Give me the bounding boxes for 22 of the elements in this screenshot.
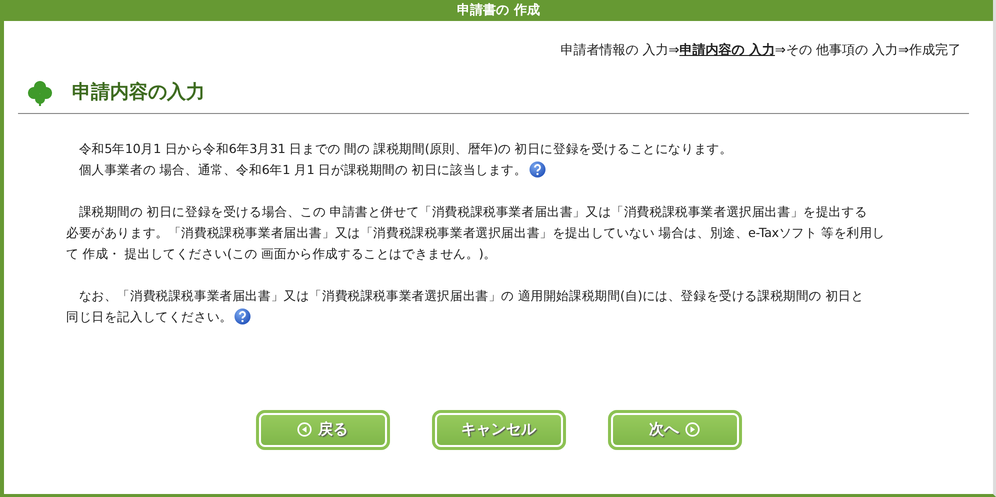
paragraph-text: 同じ日を記入してください。 [66,308,232,326]
back-button[interactable]: 戻る [256,410,390,450]
next-button[interactable]: 次へ [608,410,742,450]
progress-step: 申請者情報の 入力 [560,41,668,60]
paragraph-text: 個人事業者の 場合、通常、令和6年1 月1 日が課税期間の 初日に該当します。 [78,160,527,178]
clover-icon [26,78,54,106]
paragraph-text: なお、「消費税課税事業者届出書」又は「消費税課税事業者選択届出書」の 適用開始課税期間(自)には、登録を受ける課税期間の 初日と [78,286,864,304]
arrow-separator: ⇒ [668,42,680,60]
paragraph-text: 必要があります。「消費税課税事業者届出書」又は「消費税課税事業者選択届出書」を提出していない 場合は、別途、e-Taxソフト 等を利用し [66,224,886,242]
arrow-separator: ⇒ [774,42,786,60]
paragraph-text: て 作成・ 提出してください(この 画面から作成することはできません。)。 [66,244,496,262]
progress-step: 申請内容の 入力 [679,41,775,60]
paragraph-text: 課税期間の 初日に登録を受ける場合、この 申請書と併せて「消費税課税事業者届出書」又は「消費税課税事業者選択届出書」を提出する [78,202,868,220]
arrow-separator: ⇒ [898,42,909,60]
page-heading: 申請内容の入力 [72,81,205,104]
window-title: 申請書の 作成 [4,0,993,21]
paragraph-text: 令和5年10月1 日から令和6年3月31 日までの 間の 課税期間(原則、暦年)の 初日に登録を受けることになります。 [78,140,732,158]
help-icon[interactable] [234,308,252,324]
progress-step: 作成完了 [909,41,961,60]
help-icon[interactable] [528,160,546,178]
cancel-button[interactable]: キャンセル [432,410,566,450]
progress-step: その 他事項の 入力 [786,41,898,60]
